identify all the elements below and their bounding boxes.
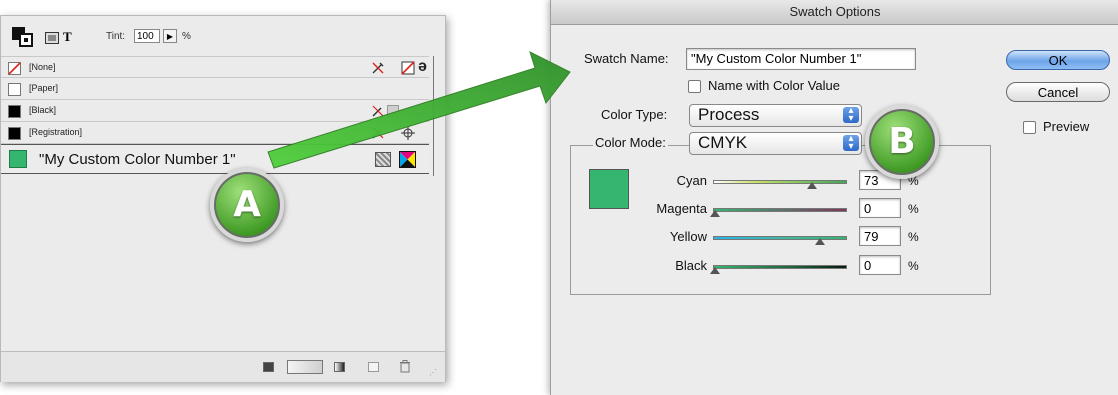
color-swatches-icon[interactable] [287,360,323,374]
swatch-label: [Registration] [29,127,83,137]
black-label: Black [675,258,707,273]
black-slider-thumb[interactable] [710,267,720,274]
trash-icon[interactable] [399,360,411,378]
cyan-slider-thumb[interactable] [807,182,817,189]
panel-scrollbar[interactable] [433,56,434,176]
swatch-row-registration[interactable]: [Registration] [1,122,429,144]
none-swatch-icon [8,62,21,75]
black-unit: % [908,259,919,273]
text-icon[interactable]: T [63,29,72,45]
color-type-label: Color Type: [601,107,668,122]
yellow-slider[interactable] [713,236,847,240]
process-color-icon [375,152,391,167]
magenta-slider[interactable] [713,208,847,212]
registration-swatch [8,127,21,140]
no-edit-icon [371,61,385,77]
color-type-value: Process [698,105,760,124]
ok-button[interactable]: OK [1006,50,1110,70]
tint-unit: % [182,31,191,42]
black-slider[interactable] [713,265,847,269]
swatch-options-dialog: Swatch Options Swatch Name: "My Custom C… [550,0,1118,395]
black-swatch [8,105,21,118]
container-icon[interactable] [45,31,59,44]
gradient-icon[interactable] [334,362,345,372]
paper-swatch [8,83,21,96]
swatch-row-none[interactable]: [None] [1,56,429,78]
swatch-row-black[interactable]: [Black] [1,100,429,122]
cyan-label: Cyan [676,173,707,188]
swatch-name-label: Swatch Name: [584,51,669,66]
black-input[interactable]: 0 [859,255,901,275]
no-edit-icon [371,126,385,142]
dialog-titlebar[interactable]: Swatch Options [551,0,1118,25]
yellow-slider-thumb[interactable] [815,238,825,245]
no-edit-icon [371,104,385,120]
swatch-label: [None] [29,62,56,72]
yellow-unit: % [908,230,919,244]
swatches-toolbar: T Tint: 100 ▶ % [1,16,445,56]
resize-grip-icon[interactable]: ⋰ [429,368,437,377]
callout-badge-a: A [210,168,284,242]
swatch-label: [Black] [29,105,57,115]
none-swatch-icon [401,61,415,77]
text-fragment: ә [418,58,427,75]
magenta-label: Magenta [656,201,707,216]
chevron-updown-icon: ▴ ▾ [843,106,859,124]
cmyk-process-icon [399,151,416,170]
swatch-label: "My Custom Color Number 1" [39,151,236,168]
color-mode-select[interactable]: CMYK ▴ ▾ [689,132,862,155]
fill-stroke-icon[interactable] [11,26,35,48]
tint-input[interactable]: 100 [134,29,160,43]
show-all-swatches-icon[interactable] [263,362,274,372]
registration-icon [401,126,415,142]
color-type-select[interactable]: Process ▴ ▾ [689,104,862,127]
name-with-color-value-label: Name with Color Value [708,78,840,93]
swatch-row-custom[interactable]: "My Custom Color Number 1" [1,144,429,174]
preview-checkbox[interactable] [1023,121,1036,134]
magenta-unit: % [908,202,919,216]
swatch-name-field[interactable]: "My Custom Color Number 1" [686,48,916,70]
tint-label: Tint: [106,31,126,42]
custom-swatch-chip [9,150,27,168]
color-preview-swatch [589,169,629,209]
callout-badge-b: B [865,105,939,179]
magenta-slider-thumb[interactable] [710,210,720,217]
cmyk-process-icon [387,105,399,117]
magenta-input[interactable]: 0 [859,198,901,218]
swatch-label: [Paper] [29,83,59,93]
swatch-row-paper[interactable]: [Paper] [1,78,429,100]
color-mode-value: CMYK [698,133,748,152]
yellow-input[interactable]: 79 [859,226,901,246]
tint-stepper[interactable]: ▶ [163,29,177,43]
yellow-label: Yellow [669,229,707,244]
preview-label: Preview [1043,119,1090,134]
color-mode-label: Color Mode: [593,135,668,150]
chevron-updown-icon: ▴ ▾ [843,134,859,152]
cyan-slider[interactable] [713,180,847,184]
cancel-button[interactable]: Cancel [1006,82,1110,102]
swatches-bottom-bar: ⋰ [1,351,445,382]
name-with-color-value-checkbox[interactable] [688,80,701,93]
new-swatch-icon[interactable] [368,362,379,372]
